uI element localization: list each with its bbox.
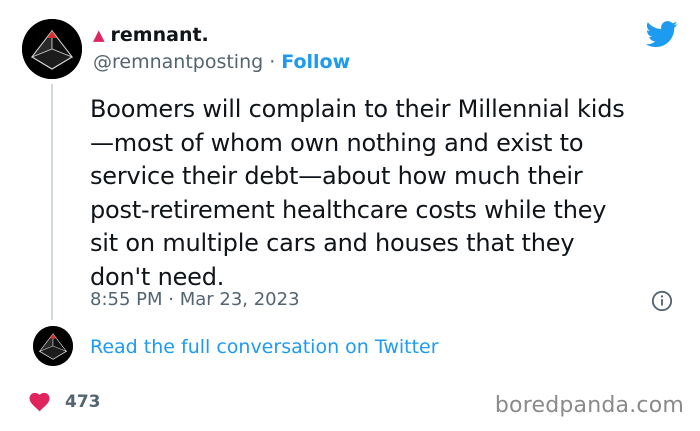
author-name-row[interactable]: ▲ remnant. [93, 22, 209, 48]
twitter-bird-icon[interactable] [646, 18, 678, 50]
thread-line [51, 84, 53, 320]
likes-row[interactable]: 473 [29, 392, 101, 412]
tweet-timestamp[interactable]: 8:55 PM · Mar 23, 2023 [90, 287, 300, 313]
tweet-card: ▲ remnant. @remnantposting · Follow Boom… [0, 0, 700, 431]
follow-button[interactable]: Follow [281, 49, 350, 75]
pyramid-icon [22, 19, 82, 79]
author-handle[interactable]: @remnantposting [93, 49, 263, 75]
tweet-text: Boomers will complain to their Millennia… [90, 95, 625, 291]
author-handle-row: @remnantposting · Follow [93, 49, 350, 75]
heart-icon[interactable] [29, 392, 51, 412]
watermark: boredpanda.com [494, 393, 684, 418]
triangle-icon: ▲ [93, 26, 105, 44]
avatar[interactable] [22, 19, 82, 79]
separator: · [269, 51, 276, 73]
pyramid-icon [33, 326, 73, 366]
reply-avatar[interactable] [33, 326, 73, 366]
display-name[interactable]: remnant. [111, 22, 209, 48]
like-count: 473 [65, 392, 101, 412]
info-icon[interactable] [651, 290, 673, 312]
read-conversation-link[interactable]: Read the full conversation on Twitter [90, 334, 439, 360]
